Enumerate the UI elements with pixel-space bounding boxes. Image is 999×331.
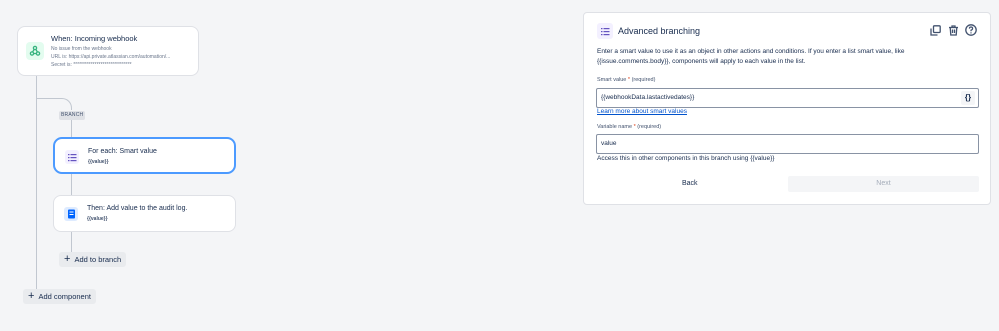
branch-curve bbox=[36, 98, 72, 110]
list-icon bbox=[65, 150, 79, 164]
required-mark: * bbox=[633, 124, 636, 130]
required-mark: * bbox=[627, 77, 631, 83]
smart-value-label-text: Smart value bbox=[597, 77, 627, 83]
panel-toolbar bbox=[928, 23, 978, 37]
list-icon bbox=[597, 23, 613, 39]
panel-title: Advanced branching bbox=[618, 26, 701, 36]
for-each-value: {{value}} bbox=[88, 159, 109, 165]
add-component-button[interactable]: + Add component bbox=[23, 289, 96, 304]
webhook-icon bbox=[26, 42, 44, 60]
for-each-title: For each: Smart value bbox=[88, 148, 157, 155]
help-icon[interactable] bbox=[964, 23, 978, 37]
branch-badge: BRANCH bbox=[59, 111, 86, 120]
learn-more-link[interactable]: Learn more about smart values bbox=[597, 108, 687, 115]
trigger-issue-text: No issue from the webhook bbox=[51, 46, 112, 52]
panel-description: Enter a smart value to use it as an obje… bbox=[597, 48, 905, 65]
smart-value-input[interactable]: {{webhookData.lastactivedates}} {} bbox=[596, 88, 979, 108]
plus-icon: + bbox=[28, 290, 35, 302]
audit-log-node[interactable]: Then: Add value to the audit log. {{valu… bbox=[53, 195, 236, 232]
copy-icon[interactable] bbox=[928, 23, 942, 37]
variable-hint-text: Access this in other components in this … bbox=[597, 155, 775, 162]
trash-icon[interactable] bbox=[946, 23, 960, 37]
variable-name-label: Variable name * (required) bbox=[597, 124, 661, 130]
audit-log-value: {{value}} bbox=[87, 216, 108, 222]
variable-name-input[interactable]: value bbox=[596, 134, 979, 154]
audit-log-icon bbox=[64, 207, 78, 221]
advanced-branching-panel: Advanced branching Enter a smart value t… bbox=[583, 12, 991, 205]
required-text: (required) bbox=[631, 77, 656, 83]
next-button[interactable]: Next bbox=[788, 176, 979, 192]
smart-value-picker-button[interactable]: {} bbox=[961, 91, 975, 105]
add-component-label: Add component bbox=[38, 292, 91, 301]
back-button[interactable]: Back bbox=[682, 180, 698, 187]
variable-name-text: value bbox=[601, 140, 617, 147]
required-text: (required) bbox=[637, 124, 662, 130]
trigger-card[interactable]: When: Incoming webhook No issue from the… bbox=[17, 26, 199, 76]
audit-log-title: Then: Add value to the audit log. bbox=[87, 205, 188, 212]
trigger-title: When: Incoming webhook bbox=[51, 34, 138, 43]
smart-value-text: {{webhookData.lastactivedates}} bbox=[601, 94, 695, 101]
trigger-secret-text: Secret is: *****************************… bbox=[51, 62, 132, 68]
plus-icon: + bbox=[64, 253, 71, 265]
add-to-branch-label: Add to branch bbox=[74, 255, 122, 264]
smart-value-label: Smart value * (required) bbox=[597, 77, 655, 83]
variable-name-label-text: Variable name bbox=[597, 124, 633, 130]
trigger-url-text: URL is: https://api.private.atlassian.co… bbox=[51, 54, 171, 60]
add-to-branch-button[interactable]: + Add to branch bbox=[59, 252, 127, 267]
for-each-node[interactable]: For each: Smart value {{value}} bbox=[53, 137, 236, 174]
